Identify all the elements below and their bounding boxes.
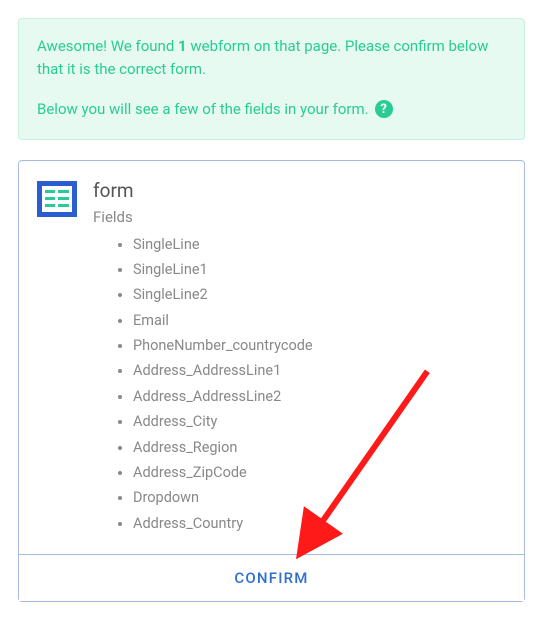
alert-secondary-text: Below you will see a few of the fields i… xyxy=(37,98,369,121)
list-item: SingleLine xyxy=(133,232,506,257)
list-item: SingleLine1 xyxy=(133,257,506,282)
alert-success-box: Awesome! We found 1 webform on that page… xyxy=(18,18,525,140)
alert-count: 1 xyxy=(178,37,187,55)
form-card-body: form Fields SingleLine SingleLine1 Singl… xyxy=(19,161,524,555)
form-icon xyxy=(37,181,77,217)
fields-label: Fields xyxy=(93,208,506,226)
help-icon[interactable]: ? xyxy=(375,100,393,118)
list-item: Email xyxy=(133,308,506,333)
alert-primary-text: Awesome! We found 1 webform on that page… xyxy=(37,35,506,80)
list-item: Address_AddressLine1 xyxy=(133,358,506,383)
list-item: SingleLine2 xyxy=(133,282,506,307)
list-item: PhoneNumber_countrycode xyxy=(133,333,506,358)
list-item: Dropdown xyxy=(133,485,506,510)
list-item: Address_Country xyxy=(133,511,506,536)
fields-list: SingleLine SingleLine1 SingleLine2 Email… xyxy=(93,232,506,537)
alert-secondary-row: Below you will see a few of the fields i… xyxy=(37,98,506,121)
list-item: Address_ZipCode xyxy=(133,460,506,485)
form-content: form Fields SingleLine SingleLine1 Singl… xyxy=(93,179,506,537)
form-title: form xyxy=(93,179,506,202)
list-item: Address_AddressLine2 xyxy=(133,384,506,409)
alert-prefix: Awesome! We found xyxy=(37,37,178,55)
form-card: form Fields SingleLine SingleLine1 Singl… xyxy=(18,160,525,603)
list-item: Address_Region xyxy=(133,435,506,460)
confirm-button[interactable]: CONFIRM xyxy=(19,554,524,601)
list-item: Address_City xyxy=(133,409,506,434)
